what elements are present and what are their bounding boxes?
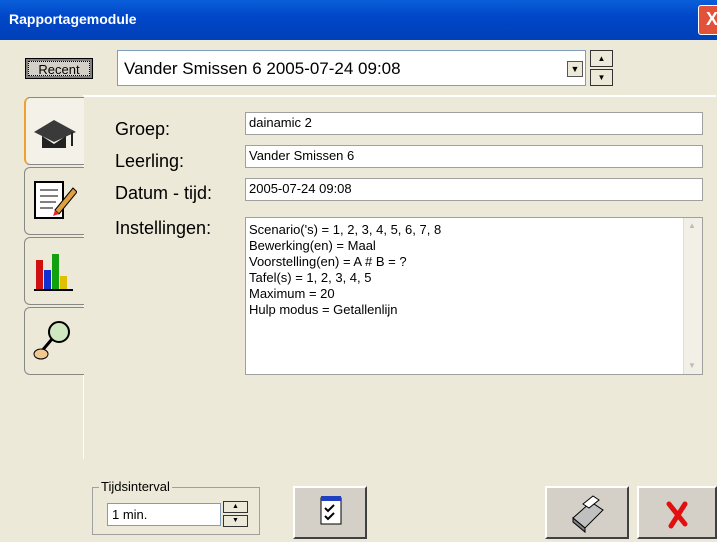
recent-button-label: Recent [28,61,90,77]
graduation-cap-icon [34,120,76,148]
instellingen-label: Instellingen: [115,218,212,238]
printer-icon [572,495,604,534]
print-button[interactable] [545,486,629,539]
groep-field[interactable]: dainamic 2 [245,112,703,135]
cancel-button[interactable] [637,486,717,539]
spin-up-icon[interactable]: ▲ [590,50,613,67]
datum-field[interactable]: 2005-07-24 09:08 [245,178,703,201]
leerling-label: Leerling: [115,151,185,171]
scroll-up-icon[interactable]: ▲ [684,218,700,234]
report-spinner[interactable]: ▲ ▼ [590,50,613,86]
spin-down-icon[interactable]: ▼ [590,69,613,86]
interval-down-icon[interactable]: ▼ [223,515,248,527]
interval-input[interactable]: 1 min. [107,503,221,526]
interval-legend: Tijdsinterval [99,479,172,494]
report-select[interactable]: Vander Smissen 6 2005-07-24 09:08 ▼ [117,50,586,86]
close-button[interactable]: X [698,5,717,35]
instellingen-textarea[interactable]: Scenario('s) = 1, 2, 3, 4, 5, 6, 7, 8 Be… [245,217,703,375]
title-bar: Rapportagemodule X [0,0,717,40]
instellingen-text: Scenario('s) = 1, 2, 3, 4, 5, 6, 7, 8 Be… [249,222,442,317]
tab-group-info[interactable] [24,97,84,165]
interval-spinner[interactable]: ▲ ▼ [223,501,248,527]
leerling-field[interactable]: Vander Smissen 6 [245,145,703,168]
tab-search[interactable] [24,307,84,375]
datum-label: Datum - tijd: [115,183,213,203]
scrollbar[interactable]: ▲ ▼ [683,218,702,374]
window-title: Rapportagemodule [9,11,137,27]
notepad-pencil-icon [34,181,77,219]
magnifier-hand-icon [33,321,70,360]
bar-chart-icon [34,254,73,291]
interval-up-icon[interactable]: ▲ [223,501,248,513]
recent-button[interactable]: Recent [25,58,93,79]
checklist-button[interactable] [293,486,367,539]
tab-notes[interactable] [24,167,84,235]
scroll-down-icon[interactable]: ▼ [684,358,700,374]
groep-label: Groep: [115,119,171,139]
close-icon [666,501,688,529]
checklist-icon [320,496,342,525]
tab-chart[interactable] [24,237,84,305]
chevron-down-icon[interactable]: ▼ [567,61,583,77]
close-icon: X [705,9,717,29]
report-select-value: Vander Smissen 6 2005-07-24 09:08 [124,59,401,78]
